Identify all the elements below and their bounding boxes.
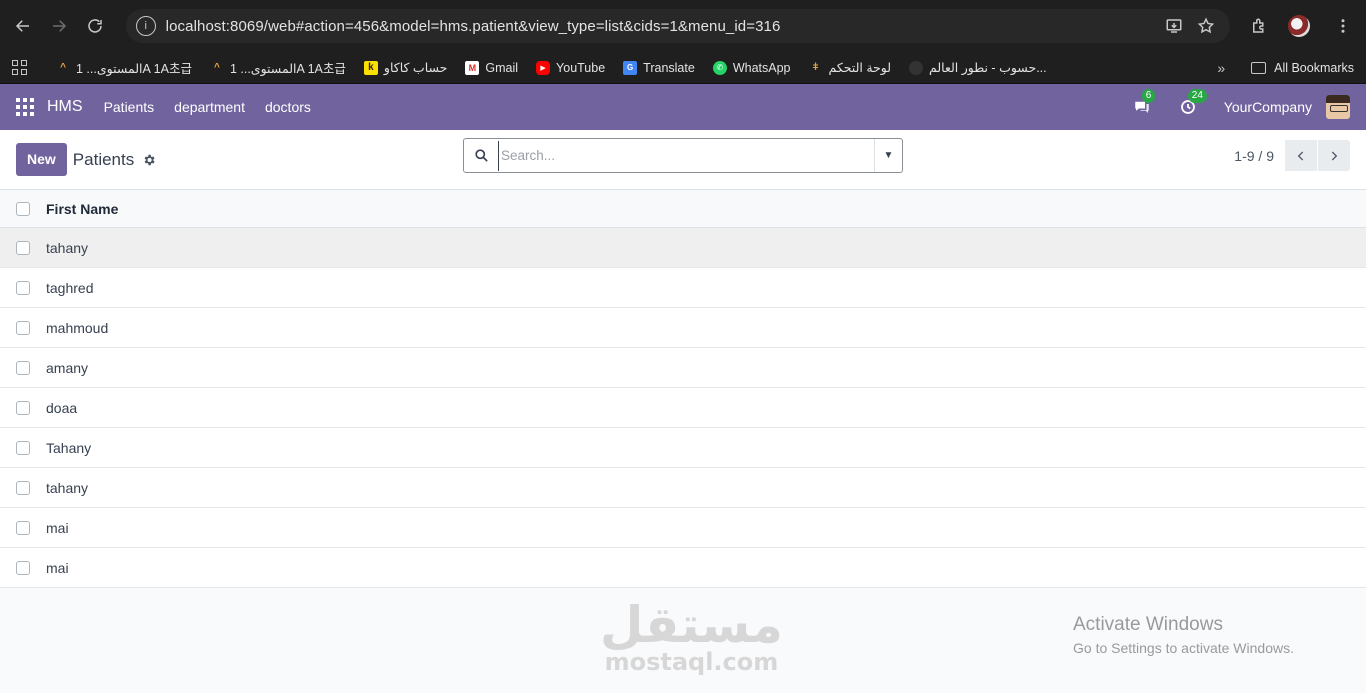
first-name-cell: tahany [46,479,89,496]
row-checkbox[interactable] [16,280,30,295]
bookmark-item[interactable]: ▶ YouTube [536,60,605,75]
first-name-cell: mai [46,559,69,576]
row-checkbox[interactable] [16,560,30,575]
search-options-toggle-icon[interactable]: ▼ [874,139,902,172]
profile-avatar[interactable] [1287,15,1310,37]
row-checkbox[interactable] [16,520,30,535]
row-checkbox[interactable] [16,360,30,375]
column-header-first-name[interactable]: First Name [46,201,118,217]
user-avatar[interactable] [1326,95,1350,119]
table-row[interactable]: mai [0,508,1366,548]
bookmark-item[interactable]: ^ المستوى... 1A 1A초급 [56,58,192,77]
row-checkbox[interactable] [16,240,30,255]
dashboard-icon: ǂ [812,62,819,73]
bookmark-item[interactable]: ✆ WhatsApp [712,60,791,75]
site-info-icon[interactable]: i [135,16,156,36]
address-bar[interactable]: i localhost:8069/web#action=456&model=hm… [125,9,1230,43]
windows-activation-notice: Activate Windows Go to Settings to activ… [1073,614,1294,656]
menu-doctors[interactable]: doctors [265,99,311,115]
search-input[interactable] [498,140,874,171]
install-app-icon[interactable] [1160,12,1188,40]
company-switcher[interactable]: YourCompany [1224,99,1312,115]
first-name-cell: mai [46,519,69,536]
row-checkbox[interactable] [16,320,30,335]
first-name-cell: mahmoud [46,319,109,336]
reload-icon[interactable] [80,11,110,41]
youtube-icon: ▶ [536,60,551,75]
bookmark-item[interactable]: ^ المستوى... 1A 1A초급 [210,58,346,77]
bookmarks-bar: ^ المستوى... 1A 1A초급 ^ المستوى... 1A 1A초급 … [0,52,1366,84]
app-brand[interactable]: HMS [47,98,83,116]
pager-previous-icon[interactable] [1285,140,1317,171]
watermark-logo: مستقل mostaql.com [600,596,783,676]
row-checkbox[interactable] [16,400,30,415]
anthropic-icon: ^ [60,62,66,73]
apps-grid-icon[interactable] [12,59,28,76]
whatsapp-icon: ✆ [712,60,727,75]
new-button[interactable]: New [16,143,67,176]
table-row[interactable]: tahany [0,468,1366,508]
url-text[interactable]: localhost:8069/web#action=456&model=hms.… [166,18,1156,35]
first-name-cell: tahany [46,239,89,256]
bookmark-item[interactable]: G Translate [623,60,695,75]
table-row[interactable]: mahmoud [0,308,1366,348]
bookmark-item[interactable]: k حساب كاكاو [363,60,447,75]
extensions-icon[interactable] [1244,11,1274,41]
table-row[interactable]: amany [0,348,1366,388]
k-icon: k [363,60,378,75]
menu-patients[interactable]: Patients [104,99,155,115]
table-row[interactable]: mai [0,548,1366,588]
messages-count-badge: 6 [1141,89,1156,103]
app-menu-icon[interactable] [16,98,34,116]
main-navbar: HMS Patients department doctors 6 24 You… [0,84,1366,130]
pager-next-icon[interactable] [1318,140,1350,171]
search-icon [464,148,498,163]
list-empty-area: مستقل mostaql.com Activate Windows Go to… [0,588,1366,693]
browser-toolbar: i localhost:8069/web#action=456&model=hm… [0,0,1366,52]
control-panel: New Patients ▼ 1-9 / 9 [0,130,1366,190]
activities-clock-icon[interactable]: 24 [1178,89,1207,117]
translate-icon: G [623,60,638,75]
row-checkbox[interactable] [16,480,30,495]
first-name-cell: doaa [46,399,78,416]
row-checkbox[interactable] [16,440,30,455]
menu-kebab-icon[interactable] [1328,11,1358,41]
table-row[interactable]: doaa [0,388,1366,428]
anthropic-icon: ^ [214,62,220,73]
table-row[interactable]: taghred [0,268,1366,308]
first-name-cell: Tahany [46,439,92,456]
messages-icon[interactable]: 6 [1132,89,1156,117]
table-row[interactable]: tahany [0,228,1366,268]
first-name-cell: amany [46,359,89,376]
bookmark-item[interactable]: ǂ لوحة التحكم [809,60,891,75]
bookmark-star-icon[interactable] [1192,12,1220,40]
hsoub-icon [909,60,924,75]
pager: 1-9 / 9 [1234,140,1350,171]
pager-value[interactable]: 1-9 / 9 [1234,148,1274,164]
all-bookmarks-button[interactable]: All Bookmarks [1251,61,1354,75]
back-arrow-icon[interactable] [8,11,38,41]
forward-arrow-icon[interactable] [44,11,74,41]
table-row[interactable]: Tahany [0,428,1366,468]
gmail-icon: M [465,60,480,75]
first-name-cell: taghred [46,279,94,296]
more-bookmarks-icon[interactable]: » [1217,60,1225,76]
gear-icon[interactable] [142,153,156,167]
activities-count-badge: 24 [1187,89,1207,103]
bookmark-item[interactable]: M Gmail [465,60,518,75]
search-bar: ▼ [463,138,903,173]
select-all-checkbox[interactable] [16,201,30,216]
list-header: First Name [0,190,1366,228]
page-title: Patients [72,149,135,169]
menu-department[interactable]: department [174,99,245,115]
bookmark-item[interactable]: حسوب - نطور العالم... [909,60,1047,75]
folder-icon [1251,61,1267,74]
